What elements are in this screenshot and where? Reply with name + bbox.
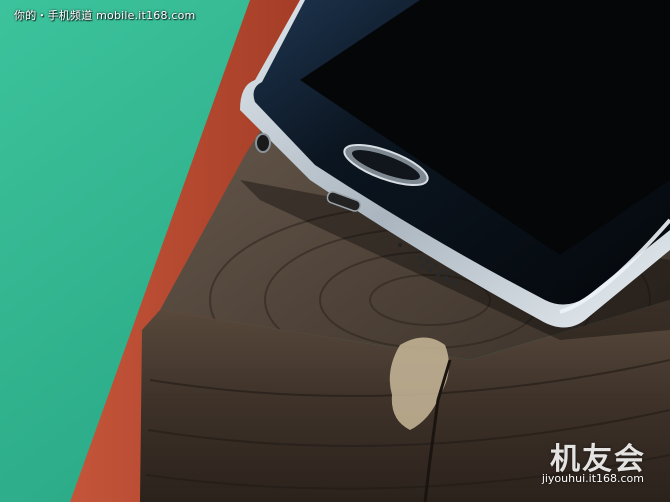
- watermark-url: jiyouhui.it168.com: [541, 472, 644, 485]
- photo-scene: [0, 0, 670, 502]
- watermark-top: 你的・手机频道 mobile.it168.com: [14, 9, 196, 22]
- headphone-jack: [255, 133, 271, 153]
